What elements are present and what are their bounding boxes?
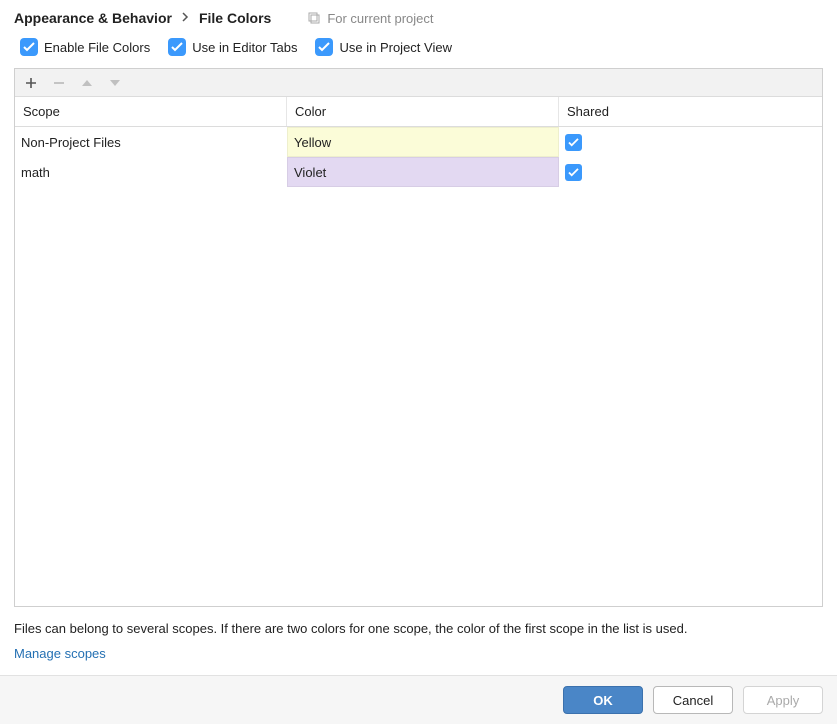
table-header: Scope Color Shared bbox=[15, 97, 822, 127]
cancel-button[interactable]: Cancel bbox=[653, 686, 733, 714]
cell-shared[interactable] bbox=[559, 127, 822, 157]
table-toolbar bbox=[15, 69, 822, 97]
move-up-button[interactable] bbox=[75, 72, 99, 94]
dialog-button-bar: OK Cancel Apply bbox=[0, 675, 837, 724]
checkmark-icon bbox=[565, 164, 582, 181]
checkmark-icon bbox=[315, 38, 333, 56]
checkmark-icon bbox=[20, 38, 38, 56]
apply-button[interactable]: Apply bbox=[743, 686, 823, 714]
color-swatch: Yellow bbox=[287, 127, 559, 157]
arrow-up-icon bbox=[81, 78, 93, 88]
cell-scope[interactable]: Non-Project Files bbox=[15, 127, 287, 157]
cell-shared[interactable] bbox=[559, 157, 822, 187]
column-header-shared[interactable]: Shared bbox=[559, 97, 822, 126]
project-hint: For current project bbox=[307, 11, 433, 26]
file-colors-table: Scope Color Shared Non-Project FilesYell… bbox=[14, 68, 823, 607]
arrow-down-icon bbox=[109, 78, 121, 88]
use-in-project-view-checkbox[interactable]: Use in Project View bbox=[315, 38, 451, 56]
breadcrumb-parent[interactable]: Appearance & Behavior bbox=[14, 10, 172, 26]
use-in-project-view-label: Use in Project View bbox=[339, 40, 451, 55]
copy-icon bbox=[307, 11, 321, 25]
column-header-color[interactable]: Color bbox=[287, 97, 559, 126]
cell-color[interactable]: Violet bbox=[287, 157, 559, 187]
table-row[interactable]: Non-Project FilesYellow bbox=[15, 127, 822, 157]
plus-icon bbox=[24, 76, 38, 90]
cell-scope[interactable]: math bbox=[15, 157, 287, 187]
column-header-scope[interactable]: Scope bbox=[15, 97, 287, 126]
color-swatch: Violet bbox=[287, 157, 559, 187]
enable-file-colors-label: Enable File Colors bbox=[44, 40, 150, 55]
checkmark-icon bbox=[168, 38, 186, 56]
breadcrumb: Appearance & Behavior File Colors bbox=[14, 10, 271, 26]
remove-button[interactable] bbox=[47, 72, 71, 94]
manage-scopes-link[interactable]: Manage scopes bbox=[14, 646, 106, 661]
use-in-editor-tabs-label: Use in Editor Tabs bbox=[192, 40, 297, 55]
add-button[interactable] bbox=[19, 72, 43, 94]
breadcrumb-current: File Colors bbox=[199, 10, 271, 26]
project-hint-label: For current project bbox=[327, 11, 433, 26]
use-in-editor-tabs-checkbox[interactable]: Use in Editor Tabs bbox=[168, 38, 297, 56]
minus-icon bbox=[52, 76, 66, 90]
footer-note: Files can belong to several scopes. If t… bbox=[0, 607, 837, 640]
ok-button[interactable]: OK bbox=[563, 686, 643, 714]
enable-file-colors-checkbox[interactable]: Enable File Colors bbox=[20, 38, 150, 56]
chevron-right-icon bbox=[182, 11, 189, 25]
move-down-button[interactable] bbox=[103, 72, 127, 94]
checkmark-icon bbox=[565, 134, 582, 151]
table-row[interactable]: mathViolet bbox=[15, 157, 822, 187]
cell-color[interactable]: Yellow bbox=[287, 127, 559, 157]
table-body[interactable]: Non-Project FilesYellowmathViolet bbox=[15, 127, 822, 606]
